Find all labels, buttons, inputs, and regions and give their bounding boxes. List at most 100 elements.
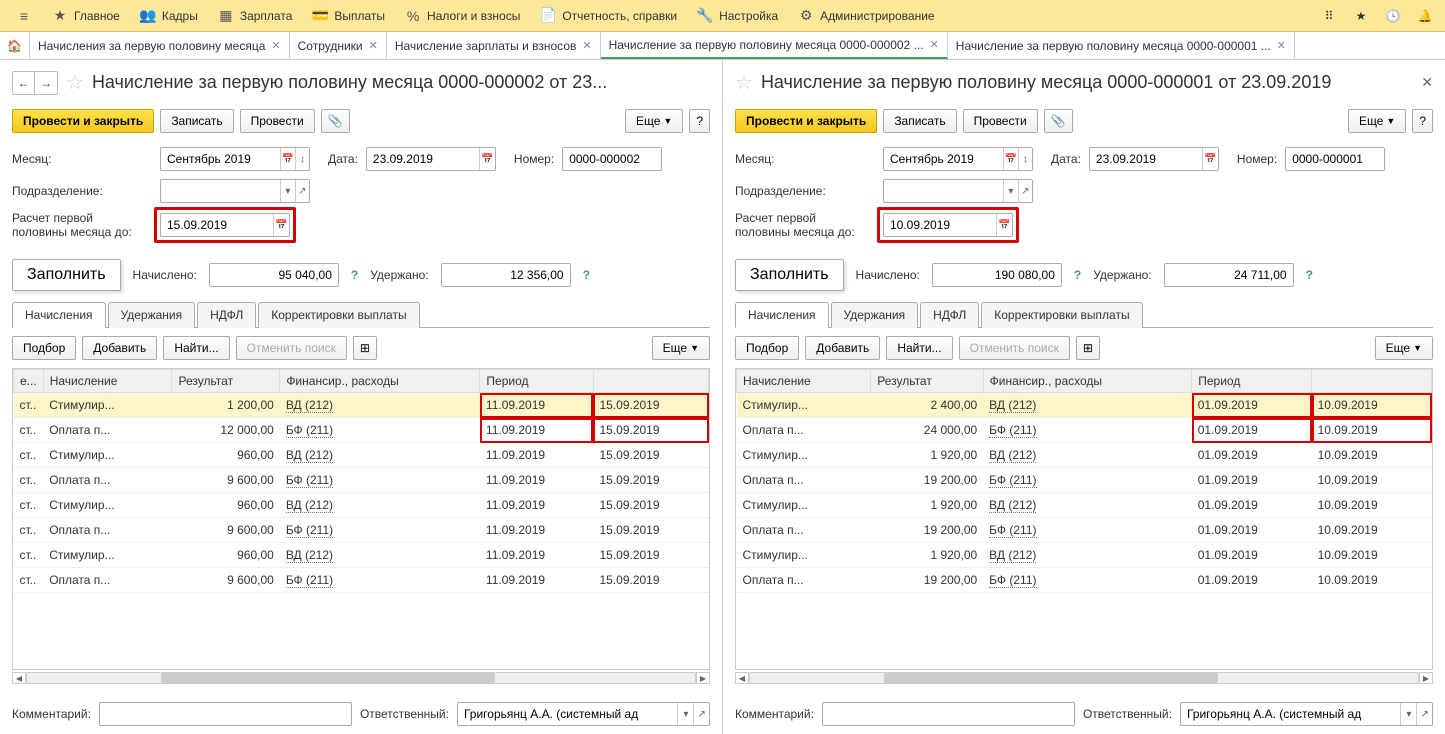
more-button[interactable]: Еще ▼ — [1348, 109, 1406, 133]
table-row[interactable]: ст.. Стимулир... 960,00 ВД (212) 11.09.2… — [14, 443, 709, 468]
calc-date-input[interactable]: 📅 — [883, 213, 1013, 237]
fill-button[interactable]: Заполнить — [735, 259, 844, 291]
home-tab[interactable]: 🏠 — [0, 32, 30, 59]
card-button[interactable]: ⊞ — [1076, 336, 1100, 360]
calendar-icon[interactable]: 📅 — [996, 214, 1012, 236]
table-row[interactable]: Стимулир... 2 400,00 ВД (212) 01.09.2019… — [737, 393, 1432, 418]
back-button[interactable]: ← — [13, 72, 35, 94]
pick-button[interactable]: Подбор — [735, 336, 799, 360]
table-row[interactable]: Оплата п... 24 000,00 БФ (211) 01.09.201… — [737, 418, 1432, 443]
withheld-input[interactable] — [441, 263, 571, 287]
table-row[interactable]: Оплата п... 19 200,00 БФ (211) 01.09.201… — [737, 518, 1432, 543]
dept-input[interactable]: ▾↗ — [160, 179, 310, 203]
open-icon[interactable]: ↗ — [1416, 703, 1432, 725]
open-icon[interactable]: ↗ — [1018, 180, 1032, 202]
menu-admin[interactable]: ⚙Администрирование — [788, 4, 944, 28]
menu-personnel[interactable]: 👥Кадры — [130, 4, 208, 28]
menu-reports[interactable]: 📄Отчетность, справки — [530, 4, 687, 28]
col-header[interactable] — [1312, 370, 1432, 393]
post-and-close-button[interactable]: Провести и закрыть — [12, 109, 154, 133]
card-button[interactable]: ⊞ — [353, 336, 377, 360]
calc-date-input[interactable]: 📅 — [160, 213, 290, 237]
open-icon[interactable]: ↗ — [693, 703, 709, 725]
tab-deductions[interactable]: Удержания — [831, 302, 919, 328]
date-input[interactable]: 📅 — [1089, 147, 1219, 171]
attach-button[interactable]: 📎 — [321, 109, 350, 133]
calendar-icon[interactable]: 📅 — [280, 148, 294, 170]
tab-ndfl[interactable]: НДФЛ — [920, 302, 979, 328]
chevron-down-icon[interactable]: ▾ — [280, 180, 294, 202]
accrued-input[interactable] — [932, 263, 1062, 287]
calendar-icon[interactable]: 📅 — [273, 214, 289, 236]
menu-taxes[interactable]: %Налоги и взносы — [395, 4, 530, 28]
tab-ndfl[interactable]: НДФЛ — [197, 302, 256, 328]
tab-corrections[interactable]: Корректировки выплаты — [981, 302, 1142, 328]
pick-button[interactable]: Подбор — [12, 336, 76, 360]
calendar-icon[interactable]: 📅 — [479, 148, 495, 170]
help-icon[interactable]: ? — [583, 268, 590, 282]
calendar-icon[interactable]: 📅 — [1003, 148, 1017, 170]
chevron-down-icon[interactable]: ▾ — [677, 703, 693, 725]
attach-button[interactable]: 📎 — [1044, 109, 1073, 133]
responsible-input[interactable]: ▾↗ — [457, 702, 710, 726]
col-header[interactable]: Период — [480, 370, 594, 393]
close-icon[interactable]: ✕ — [369, 39, 378, 52]
menu-hamburger[interactable]: ≡ — [6, 4, 42, 28]
help-button[interactable]: ? — [1412, 109, 1433, 133]
find-button[interactable]: Найти... — [886, 336, 952, 360]
withheld-input[interactable] — [1164, 263, 1294, 287]
favorite-star-icon[interactable]: ☆ — [66, 70, 84, 95]
tab-accruals[interactable]: Начисления — [735, 302, 829, 328]
col-header[interactable]: Начисление — [43, 370, 172, 393]
table-row[interactable]: ст.. Стимулир... 1 200,00 ВД (212) 11.09… — [14, 393, 709, 418]
table-row[interactable]: ст.. Стимулир... 960,00 ВД (212) 11.09.2… — [14, 493, 709, 518]
chevron-down-icon[interactable]: ▾ — [1400, 703, 1416, 725]
stepper-icon[interactable]: ↕ — [1018, 148, 1032, 170]
table-row[interactable]: ст.. Оплата п... 9 600,00 БФ (211) 11.09… — [14, 518, 709, 543]
accrued-input[interactable] — [209, 263, 339, 287]
table-row[interactable]: Стимулир... 1 920,00 ВД (212) 01.09.2019… — [737, 543, 1432, 568]
help-button[interactable]: ? — [689, 109, 710, 133]
date-input[interactable]: 📅 — [366, 147, 496, 171]
close-icon[interactable]: ✕ — [582, 39, 591, 52]
add-button[interactable]: Добавить — [82, 336, 157, 360]
table-row[interactable]: Оплата п... 19 200,00 БФ (211) 01.09.201… — [737, 568, 1432, 593]
col-header[interactable]: Результат — [172, 370, 280, 393]
tab-2[interactable]: Начисление зарплаты и взносов✕ — [387, 32, 601, 59]
accruals-table[interactable]: Начисление Результат Финансир., расходы … — [735, 368, 1433, 670]
help-icon[interactable]: ? — [351, 268, 358, 282]
tab-deductions[interactable]: Удержания — [108, 302, 196, 328]
col-header[interactable]: Финансир., расходы — [280, 370, 480, 393]
add-button[interactable]: Добавить — [805, 336, 880, 360]
chevron-down-icon[interactable]: ▾ — [1003, 180, 1017, 202]
tab-accruals[interactable]: Начисления — [12, 302, 106, 328]
month-input[interactable]: 📅↕ — [883, 147, 1033, 171]
tab-corrections[interactable]: Корректировки выплаты — [258, 302, 419, 328]
find-button[interactable]: Найти... — [163, 336, 229, 360]
col-header[interactable]: Результат — [871, 370, 983, 393]
table-row[interactable]: Стимулир... 1 920,00 ВД (212) 01.09.2019… — [737, 443, 1432, 468]
col-header[interactable]: Начисление — [737, 370, 871, 393]
col-header[interactable]: Период — [1192, 370, 1312, 393]
responsible-input[interactable]: ▾↗ — [1180, 702, 1433, 726]
col-header[interactable]: Финансир., расходы — [983, 370, 1192, 393]
post-and-close-button[interactable]: Провести и закрыть — [735, 109, 877, 133]
tab-0[interactable]: Начисления за первую половину месяца✕ — [30, 32, 290, 59]
tab-3[interactable]: Начисление за первую половину месяца 000… — [601, 32, 948, 59]
table-row[interactable]: ст.. Оплата п... 9 600,00 БФ (211) 11.09… — [14, 468, 709, 493]
forward-button[interactable]: → — [35, 72, 57, 94]
close-icon[interactable]: ✕ — [271, 39, 280, 52]
fill-button[interactable]: Заполнить — [12, 259, 121, 291]
number-input[interactable] — [562, 147, 662, 171]
notifications-icon[interactable]: 🔔 — [1411, 4, 1439, 28]
apps-icon[interactable]: ⠿ — [1315, 4, 1343, 28]
close-panel-button[interactable]: ✕ — [1421, 74, 1433, 91]
col-header[interactable] — [593, 370, 708, 393]
tab-4[interactable]: Начисление за первую половину месяца 000… — [948, 32, 1295, 59]
menu-main[interactable]: ★Главное — [42, 4, 130, 28]
favorites-icon[interactable]: ★ — [1347, 4, 1375, 28]
horizontal-scrollbar[interactable]: ◀▶ — [735, 670, 1433, 686]
calendar-icon[interactable]: 📅 — [1202, 148, 1218, 170]
table-row[interactable]: Стимулир... 1 920,00 ВД (212) 01.09.2019… — [737, 493, 1432, 518]
help-icon[interactable]: ? — [1074, 268, 1081, 282]
